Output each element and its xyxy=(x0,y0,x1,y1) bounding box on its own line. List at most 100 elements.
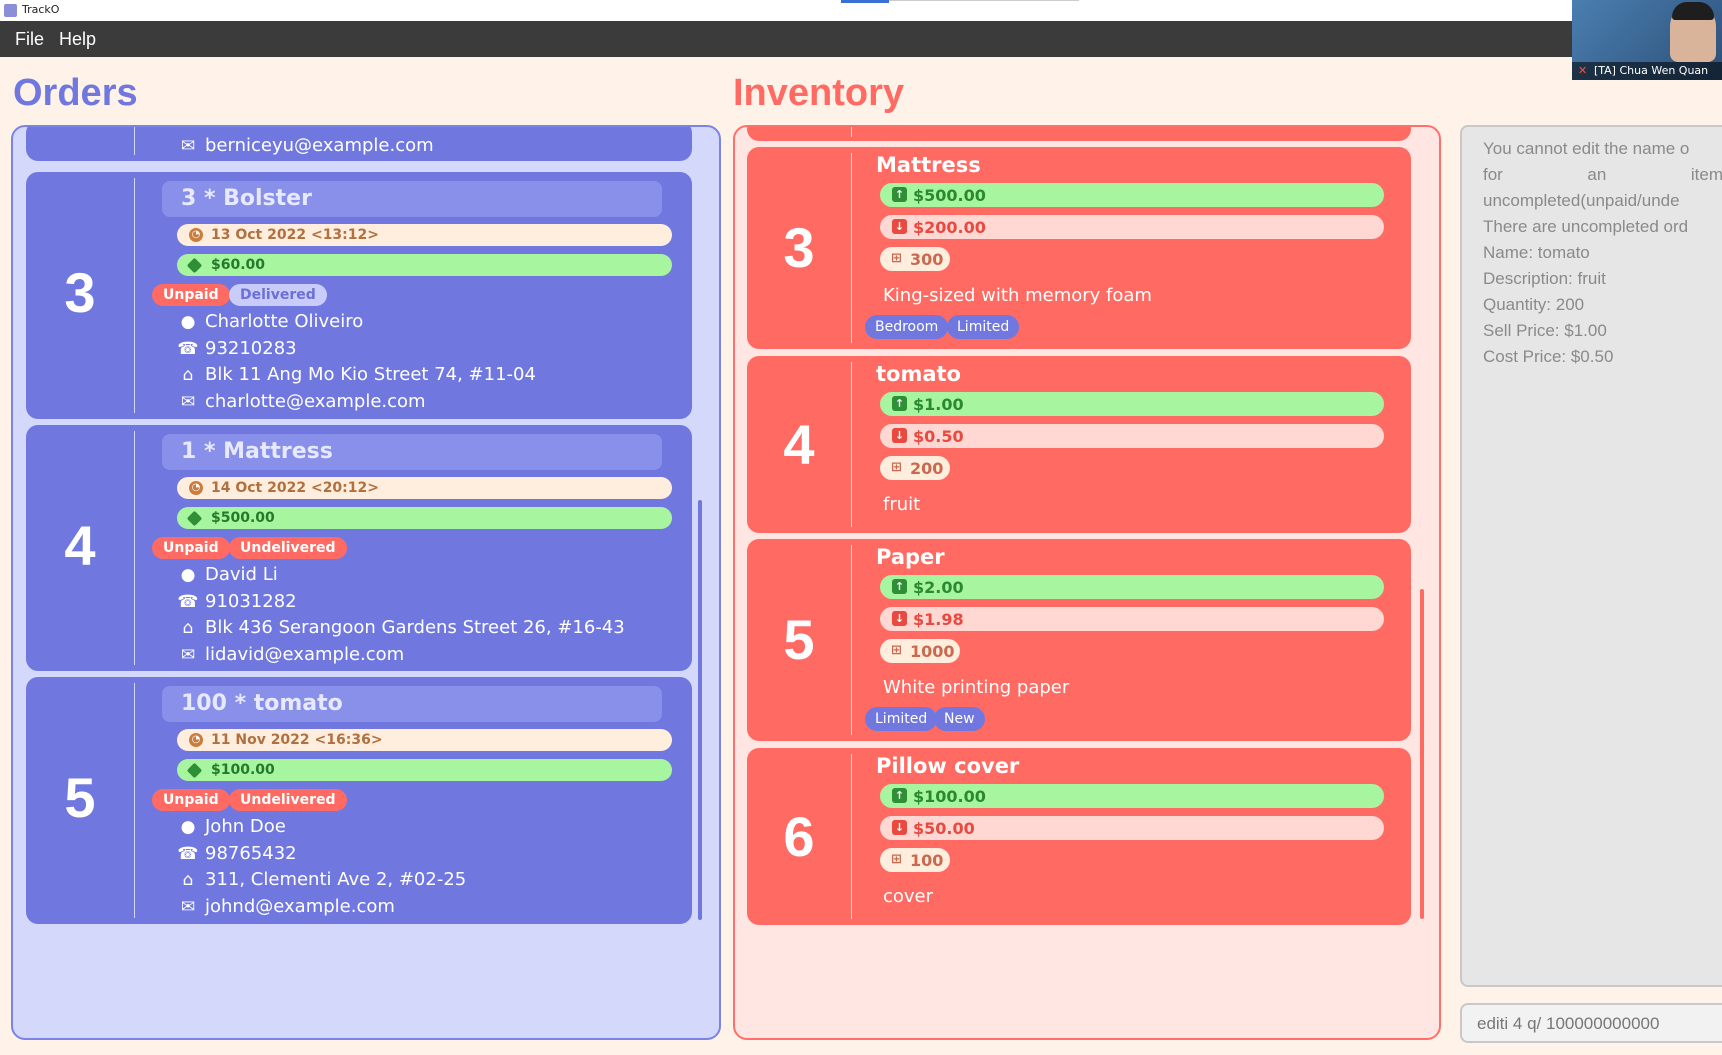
phone-icon: ☎ xyxy=(177,339,199,359)
customer-name: David Li xyxy=(205,564,278,585)
inventory-card[interactable]: 4 tomato ↑ $1.00 ↓ $0.50 ⊞ 200 fruit xyxy=(747,356,1411,533)
sell-arrow-icon: ↑ xyxy=(892,788,907,803)
item-sell-price-text: $2.00 xyxy=(913,578,964,597)
order-card[interactable]: 5 100 * tomato ◔ 11 Nov 2022 <16:36> $100… xyxy=(26,677,692,924)
order-card-partial[interactable]: ✉ berniceyu@example.com xyxy=(26,127,692,161)
order-email: ✉ lidavid@example.com xyxy=(177,644,404,665)
order-price-text: $60.00 xyxy=(211,257,266,273)
order-card[interactable]: 4 1 * Mattress ◔ 14 Oct 2022 <20:12> $500… xyxy=(26,425,692,671)
phone-icon: ☎ xyxy=(177,592,199,612)
order-price: $500.00 xyxy=(177,507,672,529)
order-date: ◔ 11 Nov 2022 <16:36> xyxy=(177,729,672,751)
item-index: 3 xyxy=(783,216,815,279)
clock-icon: ◔ xyxy=(189,733,203,747)
person-icon: ● xyxy=(180,817,196,837)
result-line: You cannot edit the name o xyxy=(1483,139,1690,158)
order-price: $60.00 xyxy=(177,254,672,276)
muted-mic-icon: ✕ xyxy=(1578,64,1588,77)
order-index: 4 xyxy=(64,514,96,577)
card-divider xyxy=(134,431,135,665)
window-title: TrackO xyxy=(22,3,60,16)
inventory-card[interactable]: 3 Mattress ↑ $500.00 ↓ $200.00 ⊞ 300 King-s… xyxy=(747,147,1411,349)
card-divider xyxy=(851,754,852,919)
inventory-heading: Inventory xyxy=(733,72,905,114)
result-line: Sell Price: $1.00 xyxy=(1483,321,1607,340)
item-cost-price: ↓ $0.50 xyxy=(880,424,1384,448)
item-sell-price: ↑ $1.00 xyxy=(880,392,1384,416)
app-icon xyxy=(4,4,17,17)
order-price-text: $500.00 xyxy=(211,510,275,526)
item-index: 4 xyxy=(783,413,815,476)
cart-icon: ⊞ xyxy=(891,852,902,867)
item-sell-price: ↑ $2.00 xyxy=(880,575,1384,599)
order-address: ⌂ 311, Clementi Ave 2, #02-25 xyxy=(177,869,467,890)
customer-phone: 93210283 xyxy=(205,338,297,359)
item-cost-price-text: $50.00 xyxy=(913,819,975,838)
result-line: There are uncompleted ord xyxy=(1483,217,1689,236)
cost-arrow-icon: ↓ xyxy=(892,820,907,835)
order-card[interactable]: 3 3 * Bolster ◔ 13 Oct 2022 <13:12> $60.0… xyxy=(26,172,692,419)
customer-name: John Doe xyxy=(205,816,286,837)
inventory-list-panel[interactable]: 3 Mattress ↑ $500.00 ↓ $200.00 ⊞ 300 King-s… xyxy=(733,125,1441,1040)
participant-caption: ✕ [TA] Chua Wen Quan xyxy=(1572,62,1722,80)
order-phone: ☎ 98765432 xyxy=(177,843,297,864)
participant-hair xyxy=(1672,2,1714,20)
item-quantity: ⊞ 300 xyxy=(880,247,950,271)
video-call-thumbnail[interactable]: ✕ [TA] Chua Wen Quan xyxy=(1572,0,1722,80)
sell-arrow-icon: ↑ xyxy=(892,187,907,202)
result-line: Name: tomato xyxy=(1483,243,1590,262)
cart-icon: ⊞ xyxy=(891,460,902,475)
item-cost-price-text: $1.98 xyxy=(913,610,964,629)
inventory-scrollbar[interactable] xyxy=(1420,589,1424,919)
item-name: Pillow cover xyxy=(876,754,1020,778)
clock-icon: ◔ xyxy=(189,481,203,495)
order-phone: ☎ 91031282 xyxy=(177,591,296,612)
inventory-card[interactable]: 6 Pillow cover ↑ $100.00 ↓ $50.00 ⊞ 100 cov… xyxy=(747,748,1411,925)
item-tag: New xyxy=(934,707,985,731)
card-divider xyxy=(851,153,852,343)
inventory-card[interactable]: 5 Paper ↑ $2.00 ↓ $1.98 ⊞ 1000 White printi… xyxy=(747,539,1411,741)
tag-icon xyxy=(186,762,203,779)
item-cost-price: ↓ $1.98 xyxy=(880,607,1384,631)
item-sell-price-text: $100.00 xyxy=(913,787,986,806)
inventory-card-partial[interactable] xyxy=(747,127,1411,141)
orders-scrollbar[interactable] xyxy=(698,500,702,920)
item-quantity-text: 300 xyxy=(910,250,944,269)
orders-list-panel[interactable]: ✉ berniceyu@example.com 3 3 * Bolster ◔ 13… xyxy=(11,125,721,1040)
result-display[interactable]: You cannot edit the name o for an item u… xyxy=(1460,125,1722,987)
item-quantity: ⊞ 100 xyxy=(880,848,950,872)
item-name: tomato xyxy=(876,362,961,386)
item-description: cover xyxy=(883,886,934,907)
order-email: ✉ johnd@example.com xyxy=(177,896,395,917)
item-sell-price-text: $500.00 xyxy=(913,186,986,205)
delivery-status-badge: Undelivered xyxy=(229,537,347,559)
delivery-status-badge: Undelivered xyxy=(229,789,347,811)
result-line: Cost Price: $0.50 xyxy=(1483,347,1614,366)
item-tag: Bedroom xyxy=(865,315,949,339)
customer-email: charlotte@example.com xyxy=(205,391,426,412)
customer-email: johnd@example.com xyxy=(205,896,395,917)
menu-file[interactable]: File xyxy=(15,29,44,50)
customer-phone: 98765432 xyxy=(205,843,297,864)
item-quantity-text: 1000 xyxy=(910,642,955,661)
item-quantity-text: 100 xyxy=(910,851,944,870)
home-icon: ⌂ xyxy=(182,618,194,638)
card-divider xyxy=(851,127,852,137)
command-input[interactable]: editi 4 q/ 100000000000 xyxy=(1460,1003,1722,1043)
screen-share-bar xyxy=(889,0,1079,1)
home-icon: ⌂ xyxy=(182,870,194,890)
order-price: $100.00 xyxy=(177,759,672,781)
menu-help[interactable]: Help xyxy=(59,29,96,50)
order-customer: ● David Li xyxy=(177,564,278,585)
email-icon: ✉ xyxy=(180,645,196,665)
item-quantity: ⊞ 200 xyxy=(880,456,950,480)
item-quantity: ⊞ 1000 xyxy=(880,639,960,663)
participant-name: [TA] Chua Wen Quan xyxy=(1594,64,1709,77)
item-sell-price: ↑ $500.00 xyxy=(880,183,1384,207)
order-date-text: 13 Oct 2022 <13:12> xyxy=(211,227,379,243)
item-quantity-text: 200 xyxy=(910,459,944,478)
order-index: 3 xyxy=(64,261,96,324)
card-divider xyxy=(134,127,135,155)
result-line-justified: for an item xyxy=(1483,162,1722,188)
item-name: Paper xyxy=(876,545,945,569)
